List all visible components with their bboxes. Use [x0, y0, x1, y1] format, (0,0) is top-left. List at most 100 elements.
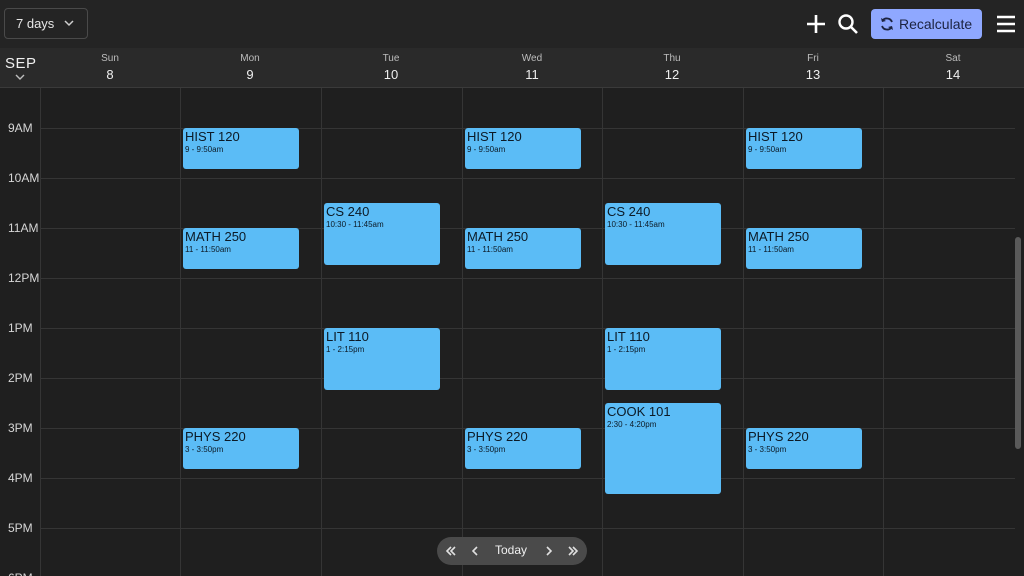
range-select[interactable]: 7 days [4, 8, 88, 39]
grid-column-line [602, 88, 603, 576]
event-time: 3 - 3:50pm [467, 445, 506, 454]
event-time: 2:30 - 4:20pm [607, 420, 657, 429]
hour-line [40, 378, 1015, 379]
calendar-event[interactable]: LIT 110 1 - 2:15pm [324, 328, 440, 390]
event-time: 1 - 2:15pm [607, 345, 646, 354]
day-header-thu[interactable]: Thu 12 [602, 53, 742, 82]
range-select-label: 7 days [16, 16, 55, 31]
scrollbar[interactable] [1015, 237, 1021, 449]
event-title: HIST 120 [185, 129, 240, 144]
event-title: COOK 101 [607, 404, 671, 419]
event-time: 1 - 2:15pm [326, 345, 365, 354]
event-time: 9 - 9:50am [748, 145, 787, 154]
event-title: LIT 110 [607, 329, 650, 344]
grid-column-line [40, 88, 41, 576]
day-name: Tue [382, 53, 400, 64]
calendar-event[interactable]: CS 240 10:30 - 11:45am [324, 203, 440, 265]
calendar-event[interactable]: PHYS 220 3 - 3:50pm [746, 428, 862, 469]
hour-line [40, 278, 1015, 279]
hour-label: 2PM [8, 371, 33, 385]
recalculate-label: Recalculate [899, 16, 973, 32]
event-title: MATH 250 [748, 229, 810, 244]
event-time: 11 - 11:50am [748, 245, 794, 254]
refresh-icon [881, 17, 893, 31]
calendar-event[interactable]: COOK 101 2:30 - 4:20pm [605, 403, 721, 494]
day-date: 14 [945, 67, 961, 82]
calendar-event[interactable]: MATH 250 11 - 11:50am [183, 228, 299, 269]
chevron-down-icon[interactable] [15, 73, 25, 81]
day-header-wed[interactable]: Wed 11 [462, 53, 602, 82]
hour-label: 5PM [8, 521, 33, 535]
day-header-tue[interactable]: Tue 10 [321, 53, 461, 82]
event-title: PHYS 220 [185, 429, 246, 444]
double-chevron-right-icon[interactable] [566, 544, 580, 558]
event-time: 9 - 9:50am [467, 145, 506, 154]
event-title: HIST 120 [467, 129, 522, 144]
day-name: Thu [663, 53, 681, 64]
day-header: SEP Sun 8 Mon 9 Tue 10 Wed 11 Thu 12 Fri 13 Sat 14 [0, 48, 1024, 88]
day-header-fri[interactable]: Fri 13 [743, 53, 883, 82]
calendar-event[interactable]: PHYS 220 3 - 3:50pm [465, 428, 581, 469]
chevron-down-icon [64, 20, 74, 27]
day-name: Wed [521, 53, 543, 64]
day-name: Fri [807, 53, 819, 64]
calendar-event[interactable]: CS 240 10:30 - 11:45am [605, 203, 721, 265]
hamburger-icon[interactable] [993, 11, 1019, 37]
event-title: PHYS 220 [748, 429, 809, 444]
hour-line [40, 178, 1015, 179]
month-label[interactable]: SEP [5, 55, 37, 72]
day-header-sun[interactable]: Sun 8 [40, 53, 180, 82]
calendar-event[interactable]: MATH 250 11 - 11:50am [746, 228, 862, 269]
calendar-event[interactable]: HIST 120 9 - 9:50am [465, 128, 581, 169]
hour-label: 4PM [8, 471, 33, 485]
hour-label: 1PM [8, 321, 33, 335]
hour-label: 11AM [8, 221, 39, 235]
grid-column-line [462, 88, 463, 576]
day-date: 13 [805, 67, 821, 82]
day-name: Mon [240, 53, 260, 64]
hour-label: 6PM [8, 571, 33, 576]
day-header-mon[interactable]: Mon 9 [180, 53, 320, 82]
event-time: 10:30 - 11:45am [326, 220, 384, 229]
day-date: 9 [246, 67, 254, 82]
grid-column-line [743, 88, 744, 576]
grid-column-line [180, 88, 181, 576]
plus-icon[interactable] [803, 11, 829, 37]
day-date: 12 [664, 67, 680, 82]
grid-column-line [321, 88, 322, 576]
day-date: 8 [106, 67, 114, 82]
calendar-event[interactable]: LIT 110 1 - 2:15pm [605, 328, 721, 390]
chevron-left-icon[interactable] [468, 544, 482, 558]
hour-label: 12PM [8, 271, 40, 285]
calendar-event[interactable]: HIST 120 9 - 9:50am [746, 128, 862, 169]
event-time: 11 - 11:50am [467, 245, 513, 254]
event-title: MATH 250 [185, 229, 247, 244]
double-chevron-left-icon[interactable] [444, 544, 458, 558]
recalculate-button[interactable]: Recalculate [871, 9, 982, 39]
today-button[interactable]: Today [495, 543, 527, 557]
date-navigation: Today [437, 537, 587, 565]
event-time: 3 - 3:50pm [748, 445, 787, 454]
top-toolbar: 7 days Recalculate [0, 0, 1024, 48]
event-title: MATH 250 [467, 229, 529, 244]
day-date: 10 [383, 67, 399, 82]
day-header-sat[interactable]: Sat 14 [883, 53, 1023, 82]
hour-label: 9AM [8, 121, 33, 135]
calendar-grid[interactable]: 9AM 10AM 11AM 12PM 1PM 2PM 3PM 4PM 5PM 6PM HIST 12… [0, 88, 1024, 576]
event-title: HIST 120 [748, 129, 803, 144]
day-date: 11 [525, 67, 539, 82]
hour-line [40, 478, 1015, 479]
search-icon[interactable] [835, 11, 861, 37]
calendar-event[interactable]: HIST 120 9 - 9:50am [183, 128, 299, 169]
hour-line [40, 528, 1015, 529]
event-time: 3 - 3:50pm [185, 445, 224, 454]
event-time: 10:30 - 11:45am [607, 220, 665, 229]
day-name: Sat [945, 53, 961, 64]
day-name: Sun [101, 53, 119, 64]
event-title: CS 240 [607, 204, 651, 219]
hour-line [40, 328, 1015, 329]
calendar-event[interactable]: PHYS 220 3 - 3:50pm [183, 428, 299, 469]
grid-column-line [883, 88, 884, 576]
calendar-event[interactable]: MATH 250 11 - 11:50am [465, 228, 581, 269]
chevron-right-icon[interactable] [542, 544, 556, 558]
